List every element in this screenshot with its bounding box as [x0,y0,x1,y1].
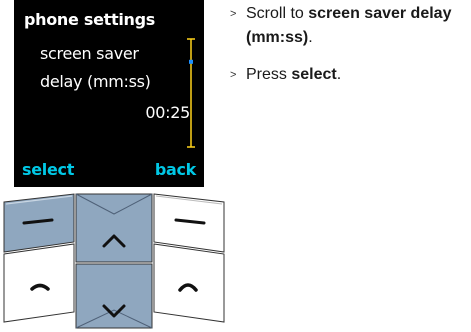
instruction-step-2: > Press select. [230,63,470,87]
menu-option-line2[interactable]: delay (mm:ss) [40,72,151,91]
softkey-back-label[interactable]: back [155,160,196,179]
end-key[interactable] [153,243,225,323]
instruction-step-1: > Scroll to screen saver delay (mm:ss). [230,2,470,50]
left-softkey[interactable] [3,193,75,253]
step-1-text: Scroll to [246,5,309,22]
nav-down-key[interactable] [75,263,153,329]
step-2-bold: select [291,66,337,83]
step-2-suffix: . [336,66,342,83]
menu-option-line1[interactable]: screen saver [40,44,139,63]
instructions: > Scroll to screen saver delay (mm:ss). … [230,2,470,87]
softkey-select-label[interactable]: select [22,160,74,179]
right-softkey[interactable] [153,193,225,253]
step-1-suffix: . [308,29,313,46]
nav-up-key[interactable] [75,193,153,263]
scrollbar [187,38,195,148]
scrollbar-thumb [189,59,193,64]
screen-title: phone settings [24,10,155,29]
call-key[interactable] [3,243,75,323]
bullet-icon: > [230,69,237,81]
phone-screen: phone settings screen saver delay (mm:ss… [14,0,204,187]
delay-value: 00:25 [145,103,190,122]
bullet-icon: > [230,8,237,20]
phone-keypad [3,193,225,329]
step-2-text: Press [246,66,292,83]
